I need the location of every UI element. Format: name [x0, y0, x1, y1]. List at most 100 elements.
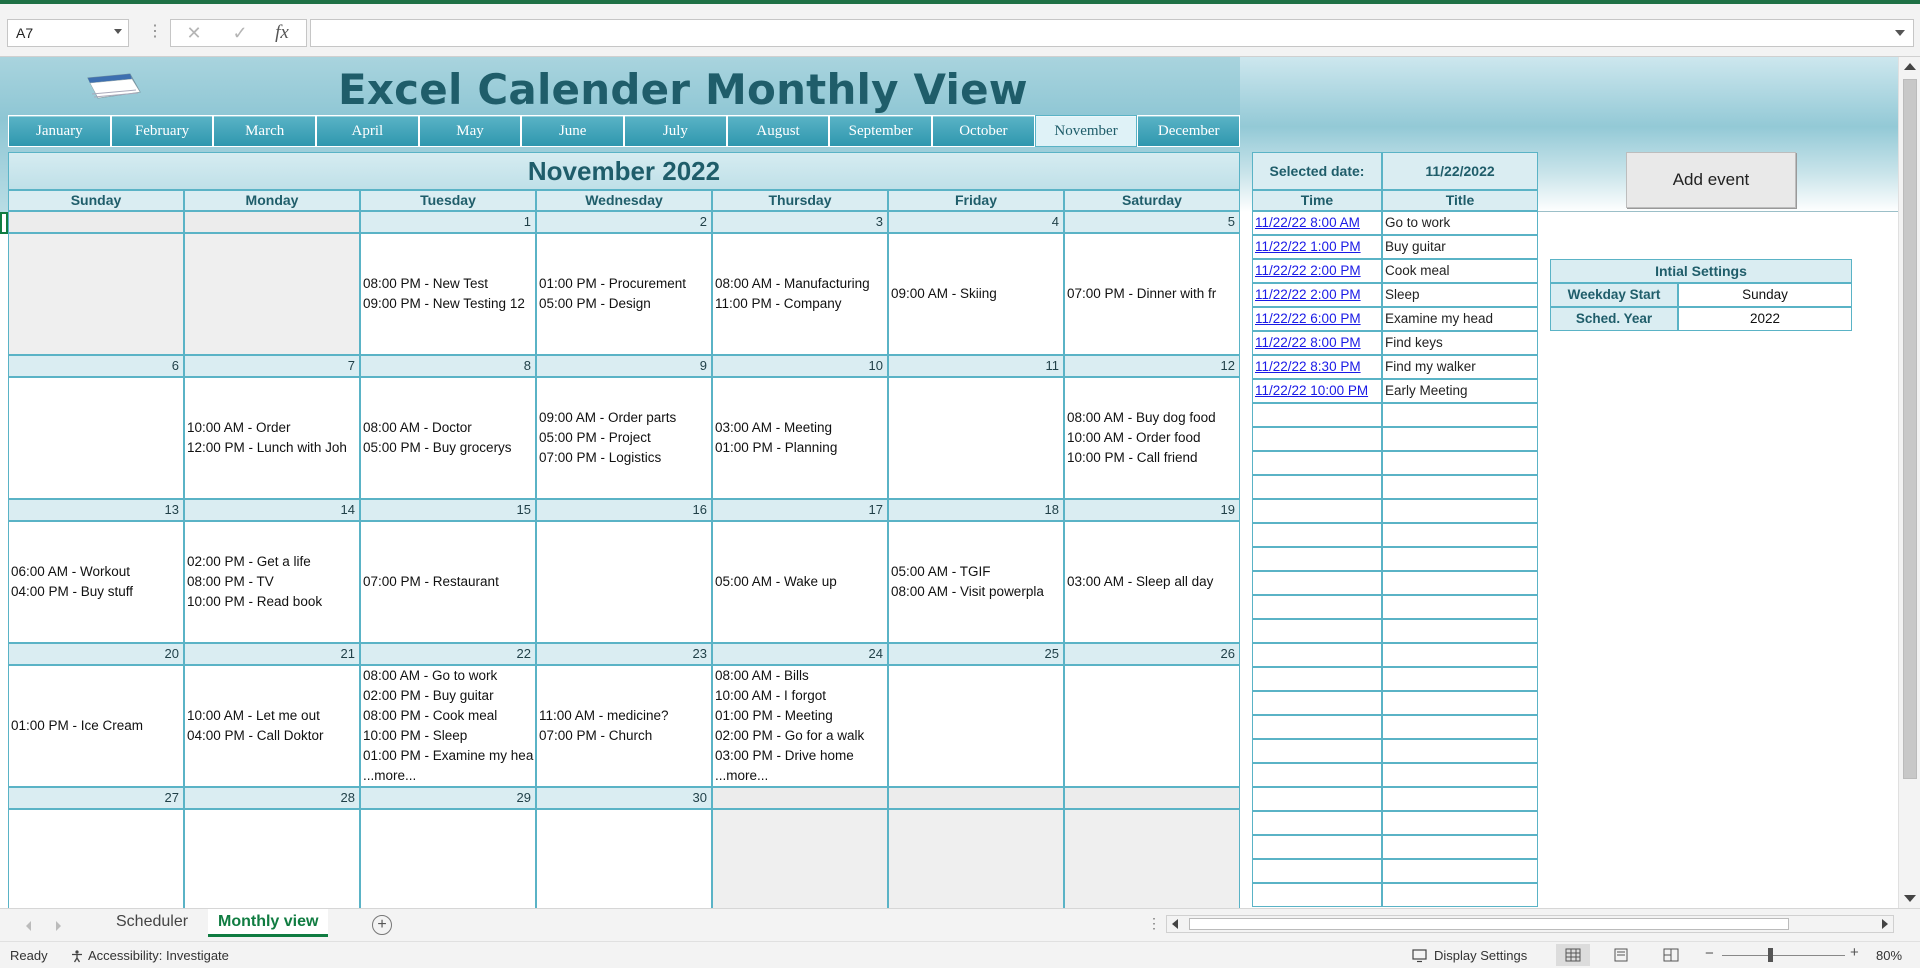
- calendar-event[interactable]: 10:00 AM - Order: [187, 418, 359, 438]
- day-cell[interactable]: 10:00 AM - Order 12:00 PM - Lunch with Jo…: [184, 377, 360, 499]
- calendar-event[interactable]: 07:00 PM - Dinner with fr: [1067, 284, 1239, 304]
- day-cell[interactable]: 09:00 AM - Skiing: [888, 233, 1064, 355]
- event-title-cell[interactable]: [1382, 451, 1538, 475]
- display-settings-button[interactable]: Display Settings: [1412, 948, 1527, 963]
- event-time-cell[interactable]: [1252, 523, 1382, 547]
- tab-scheduler[interactable]: Scheduler: [106, 909, 198, 937]
- day-number[interactable]: 22: [360, 643, 536, 665]
- day-number[interactable]: 1: [360, 211, 536, 233]
- day-cell[interactable]: 05:00 AM - Wake up: [712, 521, 888, 643]
- day-number[interactable]: 19: [1064, 499, 1240, 521]
- tab-month-november[interactable]: November: [1034, 115, 1138, 147]
- scroll-down-icon[interactable]: [1904, 895, 1916, 902]
- accessibility-status[interactable]: Accessibility: Investigate: [70, 948, 229, 963]
- day-cell[interactable]: 03:00 AM - Sleep all day: [1064, 521, 1240, 643]
- day-number[interactable]: 10: [712, 355, 888, 377]
- day-number[interactable]: 16: [536, 499, 712, 521]
- page-layout-icon[interactable]: [1604, 944, 1638, 966]
- calendar-event[interactable]: 08:00 PM - Cook meal: [363, 706, 535, 726]
- event-time-cell[interactable]: 11/22/22 2:00 PM: [1252, 283, 1382, 307]
- name-box[interactable]: A7: [7, 19, 129, 47]
- day-number[interactable]: 11: [888, 355, 1064, 377]
- more-events-link[interactable]: ...more...: [363, 766, 535, 786]
- setting-weekday-start-value[interactable]: Sunday: [1678, 283, 1852, 307]
- event-time-cell[interactable]: [1252, 427, 1382, 451]
- event-time-cell[interactable]: [1252, 811, 1382, 835]
- day-cell[interactable]: 07:00 PM - Restaurant: [360, 521, 536, 643]
- setting-year-value[interactable]: 2022: [1678, 307, 1852, 331]
- calendar-event[interactable]: 08:00 AM - Buy dog food: [1067, 408, 1239, 428]
- event-time-cell[interactable]: [1252, 859, 1382, 883]
- day-cell[interactable]: [888, 665, 1064, 787]
- calendar-event[interactable]: 07:00 PM - Church: [539, 726, 711, 746]
- day-cell[interactable]: 09:00 AM - Order parts 05:00 PM - Project…: [536, 377, 712, 499]
- zoom-slider[interactable]: [1722, 955, 1845, 956]
- day-number[interactable]: 29: [360, 787, 536, 809]
- worksheet[interactable]: Excel Calender Monthly View January Febru…: [0, 57, 1898, 908]
- event-title-cell[interactable]: [1382, 691, 1538, 715]
- day-number[interactable]: 21: [184, 643, 360, 665]
- prev-sheet-icon[interactable]: [26, 921, 31, 931]
- day-number[interactable]: 24: [712, 643, 888, 665]
- event-time-cell[interactable]: [1252, 451, 1382, 475]
- event-title-cell[interactable]: [1382, 427, 1538, 451]
- event-time-cell[interactable]: [1252, 691, 1382, 715]
- day-cell[interactable]: [536, 521, 712, 643]
- event-title-cell[interactable]: [1382, 763, 1538, 787]
- event-title-cell[interactable]: [1382, 619, 1538, 643]
- event-title-cell[interactable]: Examine my head: [1382, 307, 1538, 331]
- event-time-cell[interactable]: [1252, 403, 1382, 427]
- event-title-cell[interactable]: Buy guitar: [1382, 235, 1538, 259]
- event-time-cell[interactable]: 11/22/22 1:00 PM: [1252, 235, 1382, 259]
- calendar-event[interactable]: 01:00 PM - Ice Cream: [11, 716, 183, 736]
- event-time-cell[interactable]: [1252, 883, 1382, 907]
- tab-month-march[interactable]: March: [213, 115, 317, 147]
- calendar-event[interactable]: 08:00 AM - Bills: [715, 666, 887, 686]
- day-number[interactable]: [1064, 787, 1240, 809]
- day-cell[interactable]: [1064, 665, 1240, 787]
- day-cell[interactable]: 03:00 AM - Meeting 01:00 PM - Planning: [712, 377, 888, 499]
- tab-month-july[interactable]: July: [624, 115, 727, 147]
- day-number[interactable]: 27: [8, 787, 184, 809]
- calendar-event[interactable]: 04:00 PM - Buy stuff: [11, 582, 183, 602]
- calendar-event[interactable]: 10:00 PM - Call friend: [1067, 448, 1239, 468]
- event-title-cell[interactable]: [1382, 571, 1538, 595]
- day-number[interactable]: [8, 211, 184, 233]
- tab-month-april[interactable]: April: [316, 115, 419, 147]
- normal-view-icon[interactable]: [1556, 944, 1590, 966]
- day-number[interactable]: 30: [536, 787, 712, 809]
- day-number[interactable]: 18: [888, 499, 1064, 521]
- day-cell[interactable]: [888, 377, 1064, 499]
- calendar-event[interactable]: 12:00 PM - Lunch with Joh: [187, 438, 359, 458]
- scroll-left-icon[interactable]: [1172, 919, 1178, 929]
- tab-month-september[interactable]: September: [829, 115, 933, 147]
- day-cell[interactable]: 06:00 AM - Workout 04:00 PM - Buy stuff: [8, 521, 184, 643]
- calendar-event[interactable]: 11:00 PM - Company: [715, 294, 887, 314]
- day-cell[interactable]: 08:00 PM - New Test 09:00 PM - New Testin…: [360, 233, 536, 355]
- event-title-cell[interactable]: [1382, 787, 1538, 811]
- split-handle-icon[interactable]: ⋮: [1147, 915, 1161, 932]
- day-cell[interactable]: [8, 809, 184, 908]
- day-cell[interactable]: 08:00 AM - Bills 10:00 AM - I forgot 01:00…: [712, 665, 888, 787]
- day-cell[interactable]: [184, 233, 360, 355]
- event-title-cell[interactable]: Cook meal: [1382, 259, 1538, 283]
- event-title-cell[interactable]: Sleep: [1382, 283, 1538, 307]
- event-title-cell[interactable]: [1382, 739, 1538, 763]
- event-title-cell[interactable]: Find keys: [1382, 331, 1538, 355]
- calendar-event[interactable]: 10:00 AM - Let me out: [187, 706, 359, 726]
- day-number[interactable]: 15: [360, 499, 536, 521]
- calendar-event[interactable]: 02:00 PM - Get a life: [187, 552, 359, 572]
- cancel-icon[interactable]: ✕: [176, 19, 212, 47]
- day-cell[interactable]: 08:00 AM - Manufacturing 11:00 PM - Compa…: [712, 233, 888, 355]
- tab-month-may[interactable]: May: [418, 115, 522, 147]
- horizontal-scrollbar[interactable]: [1166, 915, 1894, 933]
- event-title-cell[interactable]: [1382, 403, 1538, 427]
- event-title-cell[interactable]: [1382, 859, 1538, 883]
- event-time-cell[interactable]: [1252, 715, 1382, 739]
- event-title-cell[interactable]: [1382, 547, 1538, 571]
- day-cell[interactable]: [888, 809, 1064, 908]
- calendar-event[interactable]: 06:00 AM - Workout: [11, 562, 183, 582]
- event-title-cell[interactable]: [1382, 715, 1538, 739]
- calendar-event[interactable]: 01:00 PM - Examine my hea: [363, 746, 535, 766]
- event-title-cell[interactable]: [1382, 523, 1538, 547]
